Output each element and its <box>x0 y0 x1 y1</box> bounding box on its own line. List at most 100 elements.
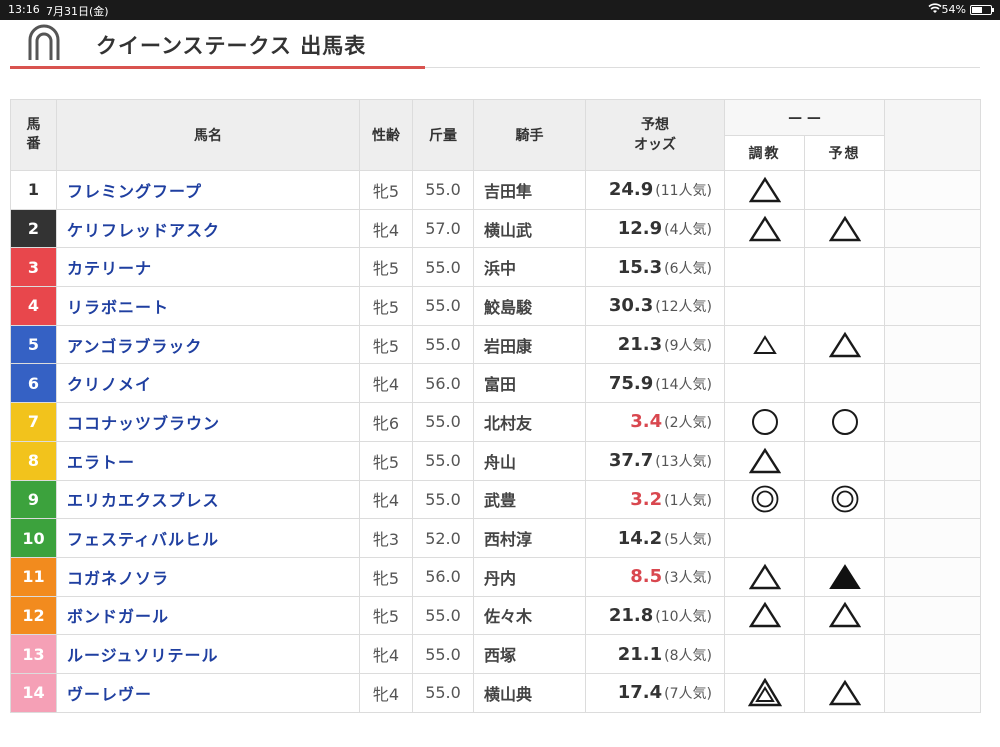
odds-value: 21.3 <box>617 334 663 356</box>
filled-triangle-icon <box>805 563 884 591</box>
table-row[interactable]: 6 クリノメイ 牝4 56.0 富田 75.9 (14人気) <box>10 363 981 404</box>
jockey: 北村友 <box>473 402 586 442</box>
jockey: 西村淳 <box>473 518 586 558</box>
header-chokyo: 調教 <box>724 135 805 171</box>
triangle-icon <box>725 563 804 591</box>
horse-name-link[interactable]: ココナッツブラウン <box>56 402 360 442</box>
jockey: 西塚 <box>473 634 586 674</box>
weight: 55.0 <box>412 479 474 520</box>
chokyo-mark <box>724 440 805 481</box>
header-marks-group: — — <box>724 99 885 136</box>
chokyo-mark <box>724 672 805 713</box>
sex-age: 牝3 <box>359 518 413 558</box>
horse-name-link[interactable]: エリカエクスプレス <box>56 479 360 520</box>
horse-name-link[interactable]: ボンドガール <box>56 595 360 636</box>
jockey: 舟山 <box>473 440 586 481</box>
extra-cell <box>884 402 981 442</box>
circle-icon <box>725 407 804 437</box>
weight: 52.0 <box>412 518 474 558</box>
chokyo-mark <box>724 286 805 326</box>
weight: 56.0 <box>412 556 474 597</box>
table-row[interactable]: 9 エリカエクスプレス 牝4 55.0 武豊 3.2 (1人気) <box>10 479 981 520</box>
odds: 75.9 (14人気) <box>585 363 725 404</box>
horse-name-link[interactable]: リラボニート <box>56 286 360 326</box>
yoso-mark <box>804 363 885 404</box>
table-row[interactable]: 14 ヴーレヴー 牝4 55.0 横山典 17.4 (7人気) <box>10 672 981 713</box>
odds: 21.1 (8人気) <box>585 634 725 674</box>
table-row[interactable]: 8 エラトー 牝5 55.0 舟山 37.7 (13人気) <box>10 440 981 481</box>
yoso-mark <box>804 208 885 249</box>
horse-name-link[interactable]: アンゴラブラック <box>56 324 360 365</box>
popularity: (14人気) <box>655 376 712 393</box>
yoso-mark <box>804 324 885 365</box>
horse-name-link[interactable]: ルージュソリテール <box>56 634 360 674</box>
table-row[interactable]: 5 アンゴラブラック 牝5 55.0 岩田康 21.3 (9人気) <box>10 324 981 365</box>
popularity: (6人気) <box>664 260 712 277</box>
horse-number: 5 <box>10 324 57 365</box>
horse-name-link[interactable]: カテリーナ <box>56 247 360 288</box>
chokyo-mark <box>724 479 805 520</box>
extra-cell <box>884 479 981 520</box>
header-weight: 斤量 <box>412 99 474 171</box>
table-row[interactable]: 10 フェスティバルヒル 牝3 52.0 西村淳 14.2 (5人気) <box>10 518 981 558</box>
yoso-mark <box>804 634 885 674</box>
odds-value: 3.4 <box>630 411 663 433</box>
odds-value: 21.1 <box>617 643 663 665</box>
table-row[interactable]: 11 コガネノソラ 牝5 56.0 丹内 8.5 (3人気) <box>10 556 981 597</box>
sex-age: 牝5 <box>359 247 413 288</box>
table-row[interactable]: 4 リラボニート 牝5 55.0 鮫島駿 30.3 (12人気) <box>10 286 981 326</box>
weight: 55.0 <box>412 634 474 674</box>
odds-value: 30.3 <box>608 295 654 317</box>
table-row[interactable]: 13 ルージュソリテール 牝4 55.0 西塚 21.1 (8人気) <box>10 634 981 674</box>
horse-name-link[interactable]: ヴーレヴー <box>56 672 360 713</box>
table-row[interactable]: 1 フレミングフープ 牝5 55.0 吉田隼 24.9 (11人気) <box>10 170 981 210</box>
yoso-mark <box>804 247 885 288</box>
odds: 8.5 (3人気) <box>585 556 725 597</box>
chokyo-mark <box>724 247 805 288</box>
sex-age: 牝5 <box>359 170 413 210</box>
horse-number: 1 <box>10 170 57 210</box>
yoso-mark <box>804 170 885 210</box>
horse-name-link[interactable]: ケリフレッドアスク <box>56 208 360 249</box>
horse-name-link[interactable]: クリノメイ <box>56 363 360 404</box>
jockey: 横山武 <box>473 208 586 249</box>
triangle-icon <box>805 215 884 243</box>
sex-age: 牝4 <box>359 672 413 713</box>
race-card-table: 馬番 馬名 性齢 斤量 騎手 予想 オッズ — — 調教 予想 1 フレミングフー… <box>10 99 981 713</box>
extra-cell <box>884 324 981 365</box>
horse-name-link[interactable]: コガネノソラ <box>56 556 360 597</box>
header-odds-line2: オッズ <box>634 137 676 153</box>
yoso-mark <box>804 595 885 636</box>
triangle-icon <box>725 176 804 204</box>
chokyo-mark <box>724 208 805 249</box>
extra-cell <box>884 247 981 288</box>
table-row[interactable]: 7 ココナッツブラウン 牝6 55.0 北村友 3.4 (2人気) <box>10 402 981 442</box>
popularity: (7人気) <box>664 686 712 703</box>
table-row[interactable]: 12 ボンドガール 牝5 55.0 佐々木 21.8 (10人気) <box>10 595 981 636</box>
table-row[interactable]: 3 カテリーナ 牝5 55.0 浜中 15.3 (6人気) <box>10 247 981 288</box>
double-circle-icon <box>725 484 804 514</box>
sex-age: 牝4 <box>359 479 413 520</box>
sex-age: 牝5 <box>359 556 413 597</box>
horse-number: 6 <box>10 363 57 404</box>
table-row[interactable]: 2 ケリフレッドアスク 牝4 57.0 横山武 12.9 (4人気) <box>10 208 981 249</box>
page-header: クイーンステークス 出馬表 <box>10 18 980 68</box>
sex-age: 牝5 <box>359 324 413 365</box>
horse-number: 14 <box>10 672 57 713</box>
sex-age: 牝4 <box>359 363 413 404</box>
horse-name-link[interactable]: フレミングフープ <box>56 170 360 210</box>
yoso-mark <box>804 518 885 558</box>
horse-name-link[interactable]: エラトー <box>56 440 360 481</box>
weight: 55.0 <box>412 170 474 210</box>
chokyo-mark <box>724 595 805 636</box>
horse-name-link[interactable]: フェスティバルヒル <box>56 518 360 558</box>
header-yoso: 予想 <box>804 135 885 171</box>
horse-number: 8 <box>10 440 57 481</box>
weight: 56.0 <box>412 363 474 404</box>
jockey: 丹内 <box>473 556 586 597</box>
chokyo-mark <box>724 324 805 365</box>
odds: 21.3 (9人気) <box>585 324 725 365</box>
triangle-icon <box>725 447 804 475</box>
odds-value: 75.9 <box>608 372 654 394</box>
weight: 57.0 <box>412 208 474 249</box>
